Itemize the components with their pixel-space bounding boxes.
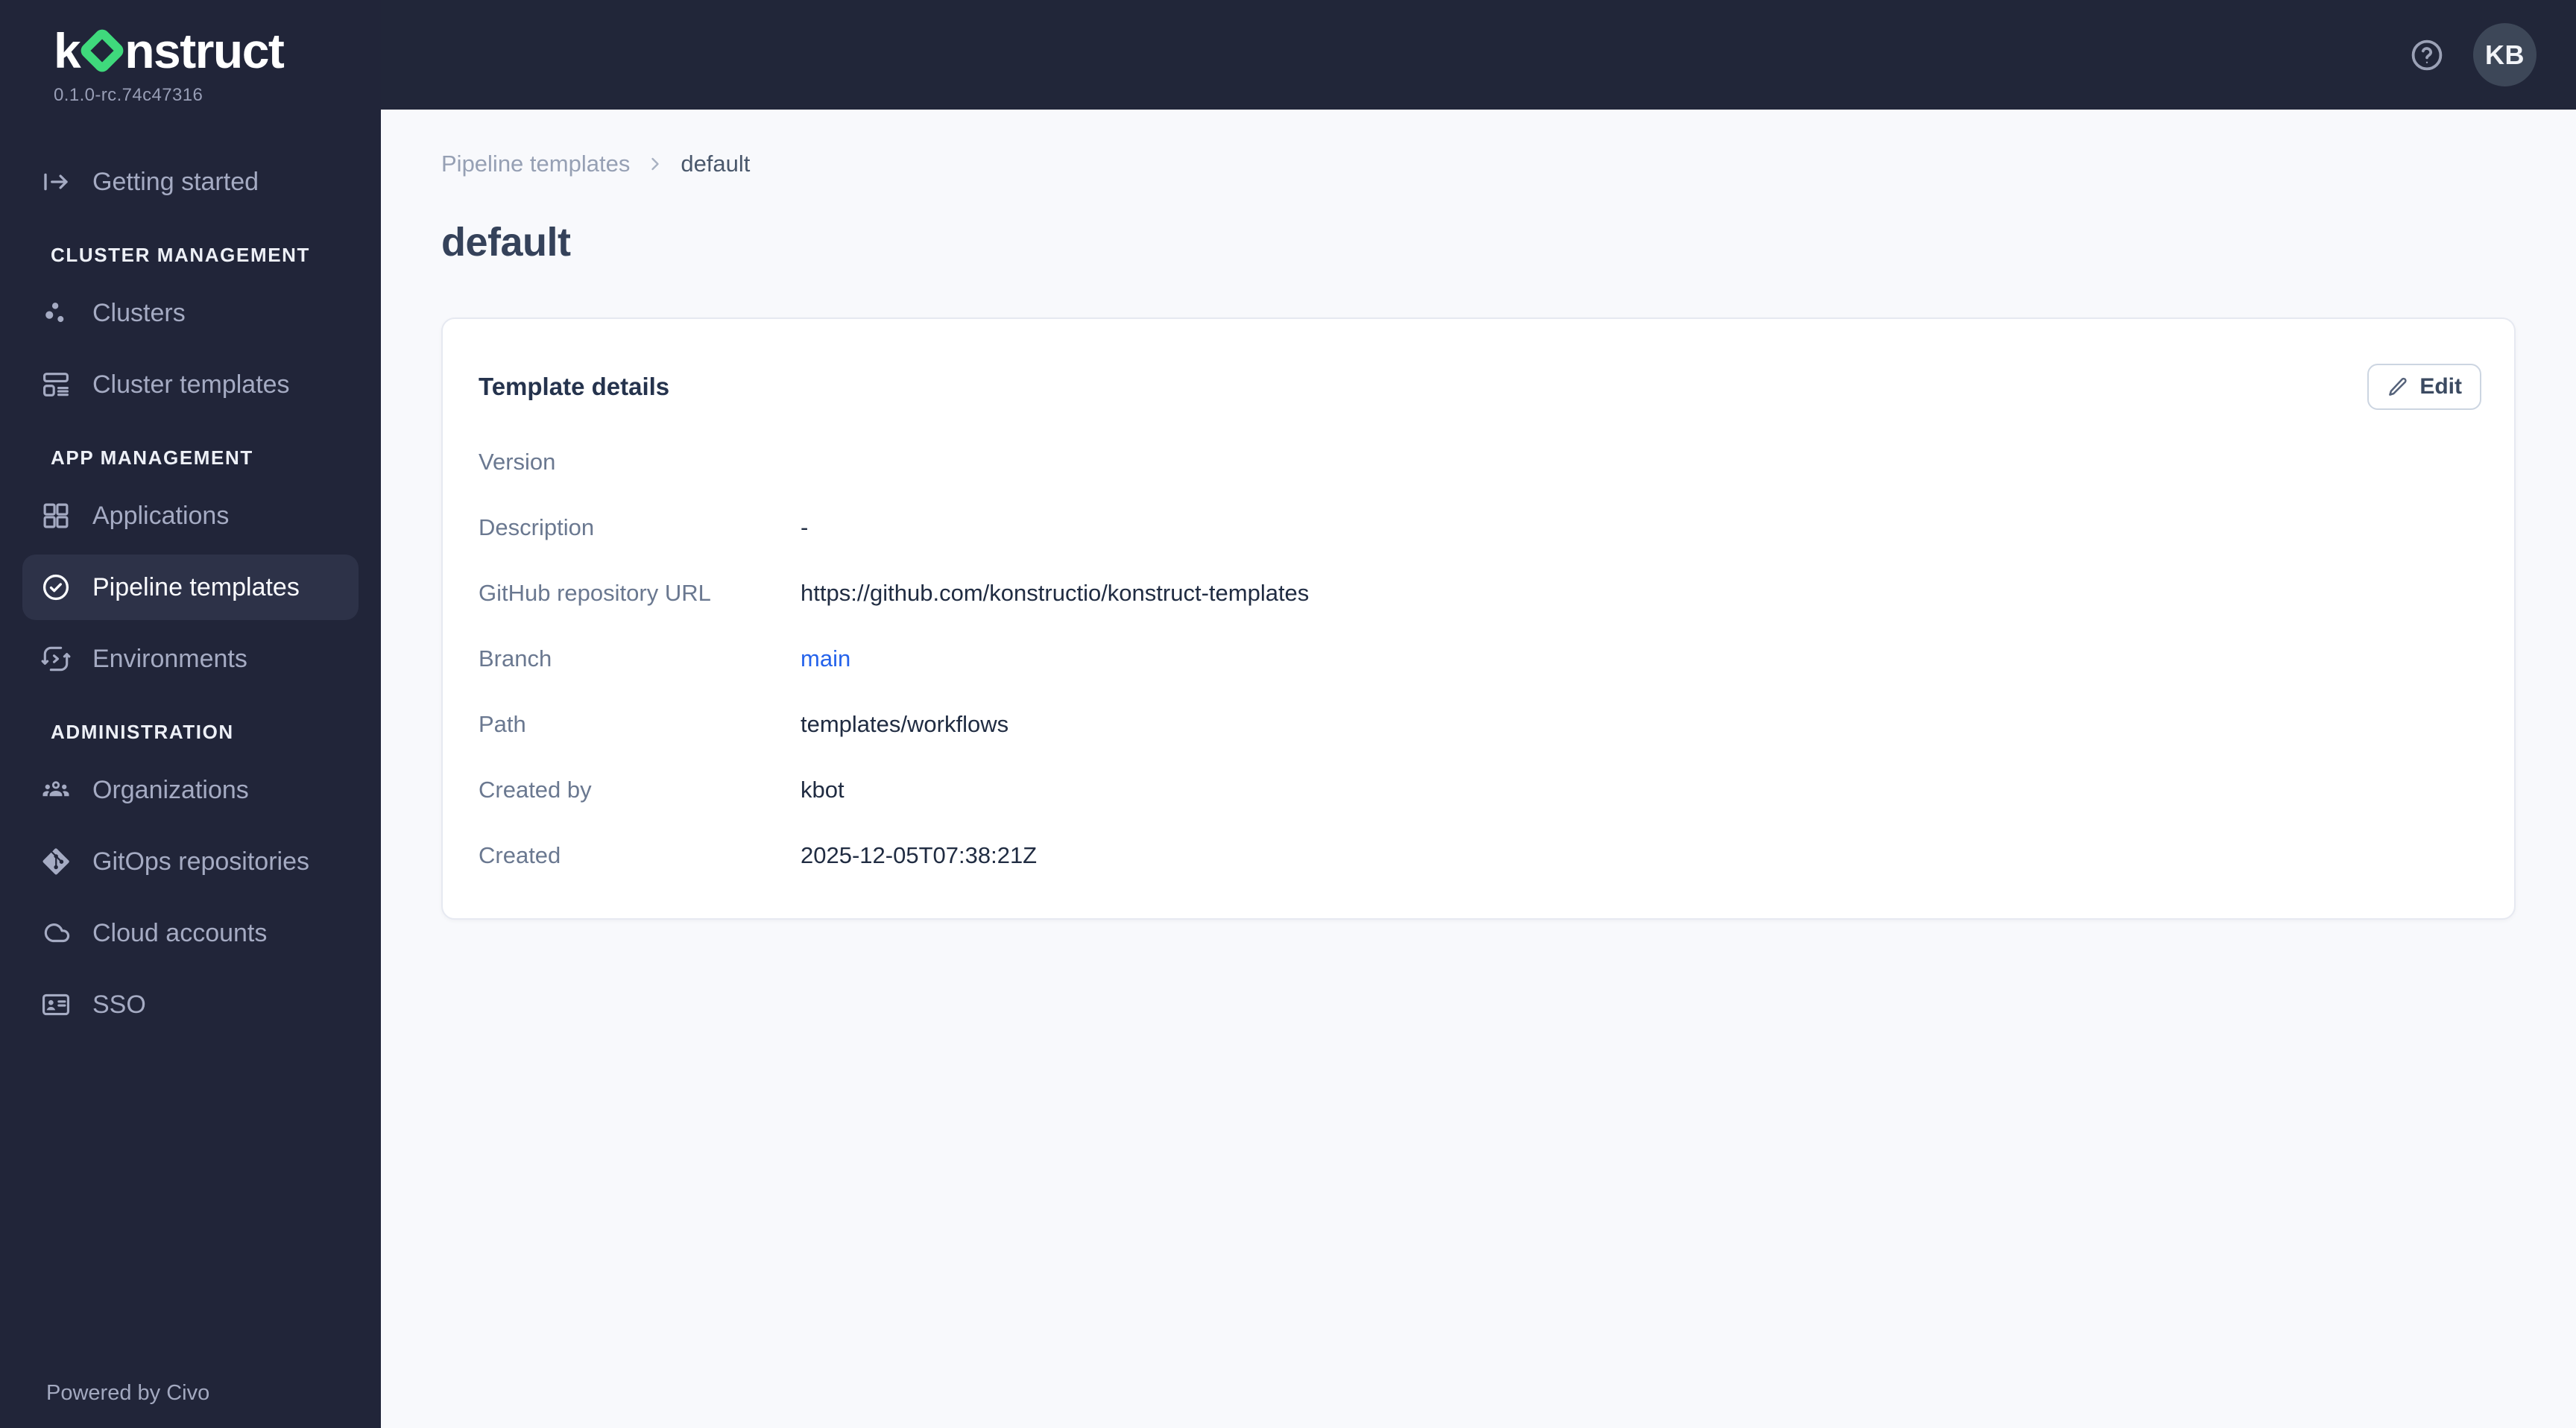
people-group-icon (42, 781, 69, 797)
sidebar-item-label: Pipeline templates (92, 572, 300, 601)
field-row-created: Created 2025-12-05T07:38:21Z (479, 823, 2481, 888)
grid-icon (43, 503, 69, 528)
user-avatar[interactable]: KB (2473, 23, 2536, 86)
field-label: GitHub repository URL (479, 580, 711, 606)
topbar: KB (381, 0, 2576, 110)
check-circle-icon (42, 574, 69, 601)
field-label: Description (479, 514, 595, 540)
sidebar-item-getting-started[interactable]: Getting started (22, 149, 359, 215)
template-details-card: Template details Edit Version Descriptio… (441, 317, 2516, 920)
cloud-icon (44, 923, 70, 943)
git-icon (42, 848, 69, 875)
field-label: Branch (479, 645, 552, 672)
sidebar-item-label: GitOps repositories (92, 847, 309, 876)
sidebar-item-cluster-templates[interactable]: Cluster templates (22, 352, 359, 417)
app-root: k nstruct 0.1.0-rc.74c47316 Getting star… (0, 0, 2576, 1428)
arrow-right-from-line-icon (44, 173, 68, 191)
sidebar-item-clusters[interactable]: Clusters (22, 280, 359, 346)
app-logo: k nstruct (54, 22, 381, 79)
sidebar-item-gitops-repositories[interactable]: GitOps repositories (22, 829, 359, 894)
layout-list-icon (43, 373, 69, 397)
sidebar-item-label: Getting started (92, 167, 259, 196)
field-row-github-repository-url: GitHub repository URL https://github.com… (479, 560, 2481, 626)
sidebar-item-sso[interactable]: SSO (22, 972, 359, 1037)
breadcrumb-current: default (681, 151, 751, 177)
app-version: 0.1.0-rc.74c47316 (54, 85, 203, 105)
field-value: templates/workflows (801, 711, 1009, 737)
scatter-dots-icon (45, 303, 64, 323)
card-header: Template details Edit (479, 364, 2481, 410)
sidebar-item-environments[interactable]: Environments (22, 626, 359, 692)
field-value: 2025-12-05T07:38:21Z (801, 842, 1038, 868)
breadcrumb-pipeline-templates[interactable]: Pipeline templates (441, 151, 630, 177)
field-row-branch: Branch main (479, 626, 2481, 692)
main-area: KB Pipeline templates default default Te… (381, 0, 2576, 1428)
powered-by-label: Powered by Civo (46, 1381, 210, 1405)
sidebar-item-applications[interactable]: Applications (22, 483, 359, 549)
help-circle-icon (2411, 40, 2443, 70)
field-list: Version Description - GitHub repository … (479, 429, 2481, 888)
chevron-right-icon (651, 157, 659, 171)
sidebar-item-cloud-accounts[interactable]: Cloud accounts (22, 900, 359, 966)
sidebar-item-label: Cloud accounts (92, 918, 268, 947)
sidebar-item-label: Organizations (92, 775, 249, 804)
logo-text-prefix: k (54, 23, 81, 78)
pencil-icon (2389, 377, 2407, 396)
sidebar-item-pipeline-templates[interactable]: Pipeline templates (22, 555, 359, 620)
field-row-version: Version (479, 429, 2481, 495)
card-title: Template details (479, 373, 670, 400)
sidebar-item-label: Environments (92, 644, 247, 673)
page-title: default (441, 220, 571, 265)
breadcrumb: Pipeline templates default (441, 151, 2516, 177)
field-label: Path (479, 711, 526, 737)
sidebar-item-label: Applications (92, 501, 230, 530)
sidebar-item-label: SSO (92, 990, 146, 1019)
logo-block: k nstruct 0.1.0-rc.74c47316 (0, 0, 381, 106)
field-label: Version (479, 449, 556, 475)
help-button[interactable] (2409, 37, 2445, 73)
field-row-created-by: Created by kbot (479, 757, 2481, 823)
field-value: - (801, 514, 809, 540)
id-card-icon (42, 993, 70, 1016)
sidebar-section-app-management: APP MANAGEMENT (51, 446, 253, 469)
sidebar-item-label: Cluster templates (92, 370, 290, 399)
sidebar-nav: Getting started CLUSTER MANAGEMENT Clust… (0, 149, 381, 1043)
edit-button[interactable]: Edit (2367, 364, 2481, 410)
sidebar-section-cluster-management: CLUSTER MANAGEMENT (51, 243, 311, 266)
logo-diamond-icon (78, 26, 127, 75)
field-value: kbot (801, 777, 845, 803)
branch-link[interactable]: main (801, 645, 850, 672)
sidebar-section-administration: ADMINISTRATION (51, 720, 234, 743)
logo-text-suffix: nstruct (124, 23, 285, 78)
field-value: https://github.com/konstructio/konstruct… (801, 580, 1310, 606)
sidebar-item-label: Clusters (92, 298, 186, 327)
code-sync-icon (41, 646, 71, 672)
field-row-path: Path templates/workflows (479, 692, 2481, 757)
edit-button-label: Edit (2419, 374, 2462, 399)
field-label: Created by (479, 777, 592, 803)
field-row-description: Description - (479, 495, 2481, 560)
sidebar-item-organizations[interactable]: Organizations (22, 757, 359, 823)
sidebar: k nstruct 0.1.0-rc.74c47316 Getting star… (0, 0, 381, 1428)
page-content: Pipeline templates default default Templ… (381, 110, 2576, 1428)
field-label: Created (479, 842, 561, 868)
